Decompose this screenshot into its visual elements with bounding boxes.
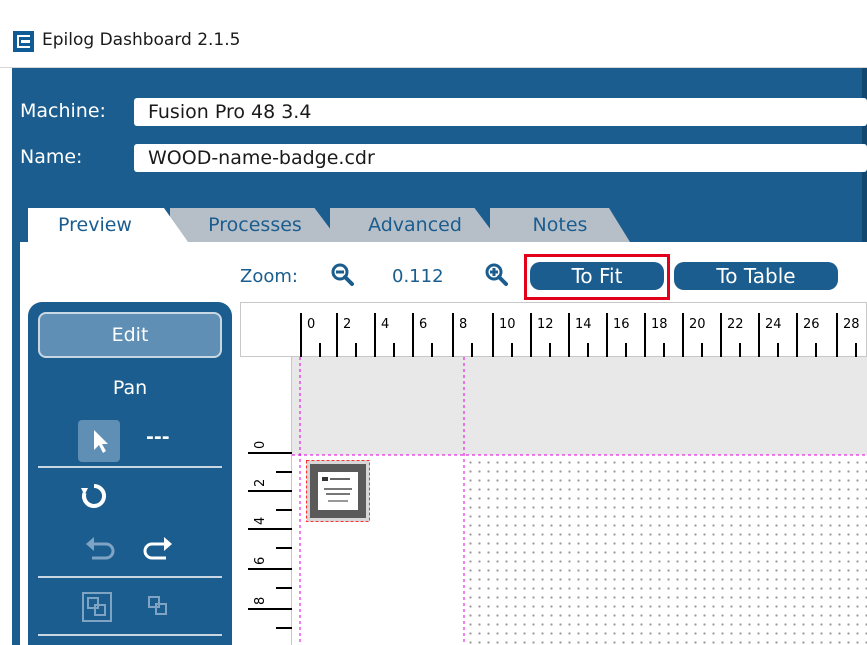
canvas-guides — [292, 357, 867, 645]
undo-icon[interactable] — [84, 534, 116, 562]
tab-processes[interactable]: Processes — [170, 208, 340, 242]
zoom-value: 0.112 — [392, 266, 444, 287]
ruler-tick-label: 26 — [803, 317, 820, 332]
left-ruler: 0 2 4 6 8 — [240, 357, 292, 645]
ruler-tick-label: 6 — [419, 317, 427, 332]
window-title: Epilog Dashboard 2.1.5 — [42, 30, 241, 50]
ruler-tick-label: 24 — [765, 317, 782, 332]
zoom-label: Zoom: — [240, 266, 298, 287]
top-ruler: 0 2 4 6 8 10 12 14 16 18 20 22 24 26 28 — [240, 302, 867, 358]
ruler-tick-label: 4 — [381, 317, 389, 332]
ruler-tick-label: 2 — [343, 317, 351, 332]
to-table-button[interactable]: To Table — [674, 262, 838, 290]
top-ruler-ticks: 0 2 4 6 8 10 12 14 16 18 20 22 24 26 28 — [300, 313, 860, 358]
tab-advanced[interactable]: Advanced — [330, 208, 500, 242]
ruler-tick-label: 14 — [575, 317, 592, 332]
divider — [38, 576, 222, 578]
divider — [38, 466, 222, 468]
ruler-tick-label: 6 — [253, 557, 268, 565]
ruler-tick-label: 16 — [613, 317, 630, 332]
edit-button[interactable]: Edit — [38, 312, 222, 358]
machine-label: Machine: — [20, 100, 106, 122]
ungroup-icon[interactable] — [146, 594, 172, 620]
selection-value: --- — [146, 426, 170, 448]
app-logo-icon — [13, 31, 34, 52]
tab-preview[interactable]: Preview — [28, 208, 188, 242]
ruler-tick-label: 2 — [253, 479, 268, 487]
ruler-tick-label: 4 — [253, 517, 268, 525]
pan-label: Pan — [112, 377, 148, 399]
machine-field[interactable]: Fusion Pro 48 3.4 — [134, 98, 867, 126]
ruler-tick-label: 20 — [689, 317, 706, 332]
refresh-icon[interactable] — [80, 482, 108, 510]
name-label: Name: — [20, 146, 83, 168]
select-tool-button[interactable] — [78, 420, 120, 462]
to-fit-highlight — [524, 254, 670, 300]
ruler-tick-label: 10 — [499, 317, 516, 332]
left-ruler-ticks: 0 2 4 6 8 — [248, 441, 292, 629]
ruler-tick-label: 0 — [307, 317, 315, 332]
ruler-tick-label: 8 — [253, 597, 268, 605]
ruler-tick-label: 0 — [253, 441, 268, 449]
group-icon[interactable] — [82, 592, 112, 622]
design-thumbnail[interactable] — [306, 460, 370, 522]
divider — [38, 634, 222, 636]
zoom-in-icon[interactable] — [484, 262, 508, 286]
ruler-tick-label: 22 — [727, 317, 744, 332]
name-field[interactable]: WOOD-name-badge.cdr — [134, 144, 867, 172]
cursor-icon — [94, 430, 108, 453]
ruler-tick-label: 12 — [537, 317, 554, 332]
ruler-tick-label: 18 — [651, 317, 668, 332]
tab-notes[interactable]: Notes — [490, 208, 630, 242]
ruler-tick-label: 28 — [843, 317, 860, 332]
zoom-out-icon[interactable] — [330, 262, 354, 286]
redo-icon[interactable] — [142, 534, 174, 562]
ruler-tick-label: 8 — [459, 317, 467, 332]
